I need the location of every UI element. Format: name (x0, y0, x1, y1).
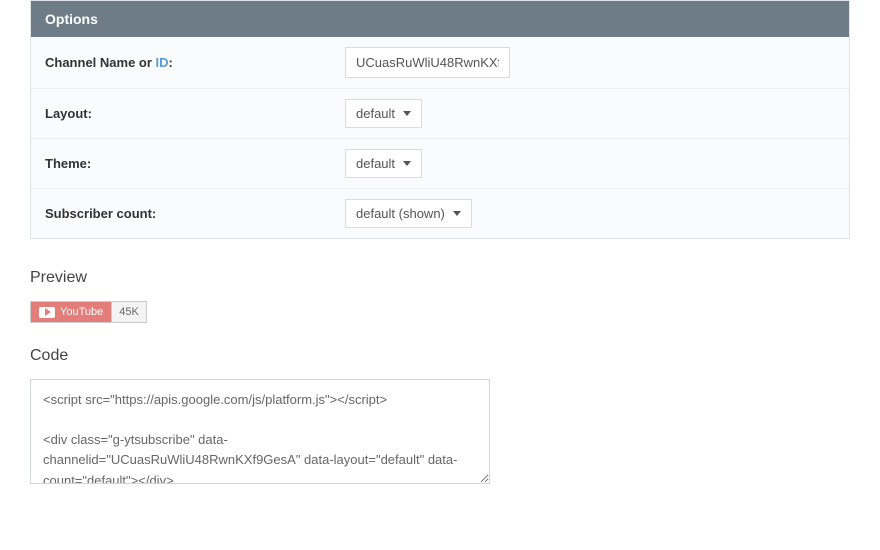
layout-label: Layout: (45, 106, 345, 121)
caret-down-icon (403, 111, 411, 116)
theme-label: Theme: (45, 156, 345, 171)
subscriber-dropdown[interactable]: default (shown) (345, 199, 472, 228)
options-panel: Options Channel Name or ID: Layout: defa… (30, 0, 850, 239)
layout-value: default (356, 106, 395, 121)
subscriber-value: default (shown) (356, 206, 445, 221)
caret-down-icon (403, 161, 411, 166)
play-icon (39, 307, 55, 318)
caret-down-icon (453, 211, 461, 216)
code-heading: Code (30, 347, 850, 365)
channel-label: Channel Name or ID: (45, 55, 345, 70)
row-layout: Layout: default (31, 89, 849, 139)
subscriber-count-badge: 45K (111, 302, 146, 322)
preview-heading: Preview (30, 269, 850, 287)
channel-label-suffix: : (169, 55, 173, 70)
code-textarea[interactable] (30, 379, 490, 484)
channel-label-prefix: Channel Name or (45, 55, 156, 70)
row-theme: Theme: default (31, 139, 849, 189)
id-link[interactable]: ID (156, 55, 169, 70)
options-header: Options (31, 1, 849, 37)
theme-value: default (356, 156, 395, 171)
subscriber-label: Subscriber count: (45, 206, 345, 221)
layout-dropdown[interactable]: default (345, 99, 422, 128)
row-channel: Channel Name or ID: (31, 37, 849, 89)
youtube-text: YouTube (60, 306, 103, 318)
youtube-subscribe-widget[interactable]: YouTube 45K (30, 301, 147, 323)
youtube-button[interactable]: YouTube (31, 302, 111, 322)
row-subscriber: Subscriber count: default (shown) (31, 189, 849, 238)
channel-input[interactable] (345, 47, 510, 78)
theme-dropdown[interactable]: default (345, 149, 422, 178)
